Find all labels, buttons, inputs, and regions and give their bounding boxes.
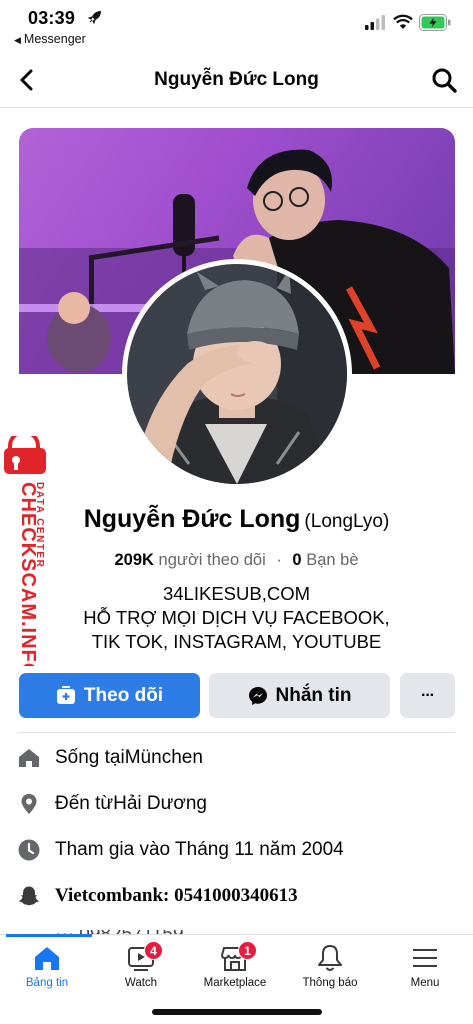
profile-bio: 34LIKESUB,COM HỖ TRỢ MỌI DỊCH VỤ FACEBOO… [0, 582, 473, 654]
intro-bank: Vietcombank: 0541000340613 [17, 880, 457, 912]
intro-joined: Tham gia vào Tháng 11 năm 2004 [17, 834, 457, 866]
rocket-icon [87, 11, 101, 25]
intro-from[interactable]: Đến từ Hải Dương [17, 788, 457, 820]
avatar-image [127, 264, 347, 484]
follow-button[interactable]: Theo dõi [19, 673, 200, 718]
top-navbar: Nguyễn Đức Long [0, 56, 473, 108]
more-dots-icon: ··· [421, 686, 435, 704]
tab-notifications[interactable]: Thông báo [283, 943, 377, 1003]
profile-name: Nguyễn Đức Long [83, 505, 301, 533]
messenger-icon [248, 686, 267, 705]
bell-icon [318, 945, 342, 971]
intro-lives-prefix: Sống tại [55, 747, 125, 768]
tab-marketplace-label: Marketplace [203, 977, 267, 989]
followers-count[interactable]: 209K [115, 551, 154, 569]
profile-stats: 209K người theo dõi · 0 Bạn bè [0, 551, 473, 570]
section-divider [19, 732, 455, 733]
tab-notifications-label: Thông báo [302, 977, 358, 989]
stats-separator: · [276, 551, 282, 569]
followers-label[interactable]: người theo dõi [159, 551, 266, 569]
bio-line: HỖ TRỢ MỌI DỊCH VỤ FACEBOOK, [83, 607, 390, 628]
page-title: Nguyễn Đức Long [154, 69, 319, 90]
intro-lives-place: München [124, 747, 203, 768]
message-button[interactable]: Nhắn tin [209, 673, 390, 718]
status-bar: 03:39 ◀ Messenger [0, 0, 473, 52]
tab-watch-label: Watch [124, 977, 158, 989]
message-button-label: Nhắn tin [275, 684, 352, 706]
search-icon[interactable] [430, 66, 458, 94]
bio-line: 34LIKESUB,COM [162, 583, 311, 604]
intro-joined-text: Tham gia vào Tháng 11 năm 2004 [55, 839, 344, 860]
snapchat-ghost-icon [19, 886, 39, 906]
tab-watch[interactable]: 4 Watch [94, 941, 188, 1003]
home-indicator-bar [152, 1009, 322, 1015]
back-app-label: Messenger [23, 32, 86, 46]
menu-icon [413, 949, 437, 967]
tab-home-label: Bảng tin [25, 977, 69, 989]
location-pin-icon [21, 794, 37, 814]
intro-from-prefix: Đến từ [55, 793, 114, 814]
cellular-signal-icon [365, 15, 385, 30]
intro-from-place: Hải Dương [113, 793, 207, 814]
intro-bank-text: Vietcombank: 0541000340613 [55, 885, 298, 906]
back-triangle-icon: ◀ [14, 35, 21, 45]
back-to-app-link[interactable]: ◀ Messenger [14, 32, 86, 46]
follow-button-label: Theo dõi [83, 684, 164, 706]
home-house-icon [19, 749, 39, 767]
marketplace-badge: 1 [238, 941, 257, 960]
status-time: 03:39 [28, 8, 76, 28]
active-tab-indicator [6, 934, 92, 937]
watch-badge: 4 [144, 941, 163, 960]
tab-menu[interactable]: Menu [378, 943, 472, 1003]
intro-lives-in[interactable]: Sống tại München [17, 742, 457, 774]
bio-line: TIK TOK, INSTAGRAM, YOUTUBE [91, 631, 382, 652]
profile-name-line: Nguyễn Đức Long (LongLyo) [0, 505, 473, 534]
avatar[interactable] [127, 264, 347, 484]
home-icon [35, 947, 59, 970]
friends-count[interactable]: 0 [292, 551, 301, 569]
clock-icon [18, 839, 40, 861]
follow-plus-icon [56, 685, 75, 704]
tab-marketplace[interactable]: 1 Marketplace [188, 941, 282, 1003]
tab-home[interactable]: Bảng tin [0, 943, 94, 1003]
wifi-icon [393, 14, 413, 29]
back-arrow-icon[interactable] [14, 66, 42, 94]
friends-label[interactable]: Bạn bè [306, 551, 358, 569]
profile-alternate-name: (LongLyo) [304, 511, 390, 532]
tab-menu-label: Menu [410, 977, 440, 989]
more-options-button[interactable]: ··· [400, 673, 455, 718]
battery-icon [419, 14, 451, 31]
